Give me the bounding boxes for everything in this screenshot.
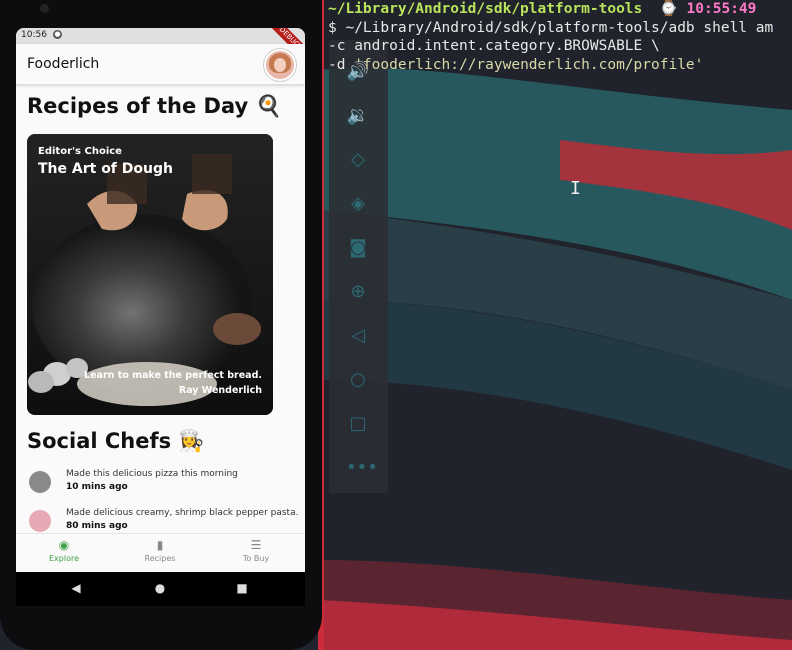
terminal-line-3-uri: 'fooderlich://raywenderlich.com/profile': [354, 56, 704, 73]
recipes-heading: Recipes of the Day 🍳: [27, 94, 282, 118]
terminal-clock-icon: ⌚: [659, 1, 678, 17]
feed-item[interactable]: Made this delicious pizza this morning 1…: [29, 469, 299, 503]
card-description: Learn to make the perfect bread.: [84, 370, 262, 381]
overview-icon[interactable]: ■: [234, 581, 250, 595]
tab-explore[interactable]: ◉ Explore: [24, 538, 104, 563]
home-icon[interactable]: ○: [346, 368, 370, 392]
camera-icon[interactable]: ◙: [346, 236, 370, 260]
app-title: Fooderlich: [27, 56, 100, 72]
rotate-right-icon[interactable]: ◈: [346, 192, 370, 216]
feed-avatar: [29, 471, 51, 493]
social-heading: Social Chefs 👩‍🍳: [27, 429, 205, 453]
notification-icon: ●: [53, 30, 62, 39]
more-icon[interactable]: •••: [346, 456, 378, 480]
zoom-icon[interactable]: ⊕: [346, 280, 370, 304]
emulator-toolbar: 🔊 🔉 ◇ ◈ ◙ ⊕ ◁ ○ □ •••: [329, 40, 388, 493]
card-subtitle: Editor's Choice: [38, 146, 122, 157]
feed-message: Made delicious creamy, shrimp black pepp…: [66, 508, 299, 518]
tab-to-buy[interactable]: ☰ To Buy: [216, 538, 296, 563]
terminal-line-1: $ ~/Library/Android/sdk/platform-tools/a…: [328, 19, 774, 36]
home-icon[interactable]: ●: [152, 581, 168, 595]
terminal-clock: 10:55:49: [686, 1, 757, 17]
feed-time: 80 mins ago: [66, 521, 128, 531]
tab-recipes-label: Recipes: [144, 554, 176, 563]
back-icon[interactable]: ◁: [346, 324, 370, 348]
phone-frame: 10:56 ● DEBUG Fooderlich Recipes of the …: [0, 0, 322, 650]
terminal-line-2: -c android.intent.category.BROWSABLE \: [328, 38, 660, 54]
overview-icon[interactable]: □: [346, 412, 370, 436]
rotate-left-icon[interactable]: ◇: [346, 148, 370, 172]
system-navigation-bar: ◀ ● ■: [16, 572, 305, 606]
status-time: 10:56: [21, 30, 47, 40]
text-cursor-icon: I: [570, 178, 581, 199]
compass-icon: ◉: [58, 538, 70, 552]
book-icon: ▮: [156, 538, 164, 552]
app-bar: Fooderlich: [16, 44, 305, 85]
volume-down-icon[interactable]: 🔉: [346, 104, 370, 128]
app-screen: 10:56 ● DEBUG Fooderlich Recipes of the …: [16, 28, 305, 572]
tab-recipes[interactable]: ▮ Recipes: [120, 538, 200, 563]
feed-avatar: [29, 510, 51, 532]
feed-time: 10 mins ago: [66, 482, 128, 492]
bottom-navigation: ◉ Explore ▮ Recipes ☰ To Buy: [16, 533, 305, 572]
camera-icon: [40, 4, 49, 13]
status-bar: 10:56 ● DEBUG: [16, 28, 305, 65]
feed-message: Made this delicious pizza this morning: [66, 469, 238, 479]
back-icon[interactable]: ◀: [68, 581, 84, 595]
terminal-path: ~/Library/Android/sdk/platform-tools: [328, 1, 643, 17]
card-author: Ray Wenderlich: [178, 385, 262, 396]
list-icon: ☰: [250, 538, 262, 552]
tab-explore-label: Explore: [48, 554, 80, 563]
profile-avatar[interactable]: [264, 49, 296, 81]
recipe-card[interactable]: Editor's Choice The Art of Dough Learn t…: [27, 134, 273, 415]
terminal-output: ~/Library/Android/sdk/platform-tools ⌚ 1…: [328, 0, 792, 74]
card-title: The Art of Dough: [38, 161, 173, 177]
tab-to-buy-label: To Buy: [242, 554, 270, 563]
terminal-line-3-prefix: -d: [328, 56, 355, 73]
